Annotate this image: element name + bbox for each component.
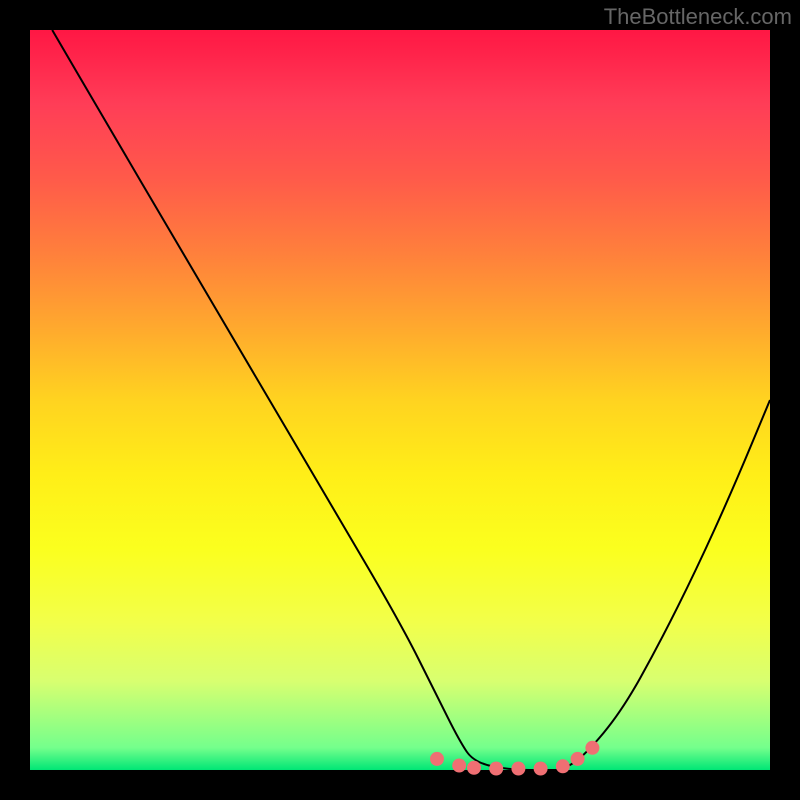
optimal-dot — [467, 761, 481, 775]
bottleneck-curve-path — [52, 30, 770, 770]
optimal-dots-group — [430, 741, 599, 776]
optimal-dot — [571, 752, 585, 766]
optimal-dot — [556, 759, 570, 773]
optimal-dot — [534, 762, 548, 776]
optimal-dot — [511, 762, 525, 776]
watermark-text: TheBottleneck.com — [604, 4, 792, 30]
optimal-dot — [452, 759, 466, 773]
optimal-dot — [489, 762, 503, 776]
curve-svg — [30, 30, 770, 770]
plot-area — [30, 30, 770, 770]
optimal-dot — [430, 752, 444, 766]
optimal-dot — [585, 741, 599, 755]
